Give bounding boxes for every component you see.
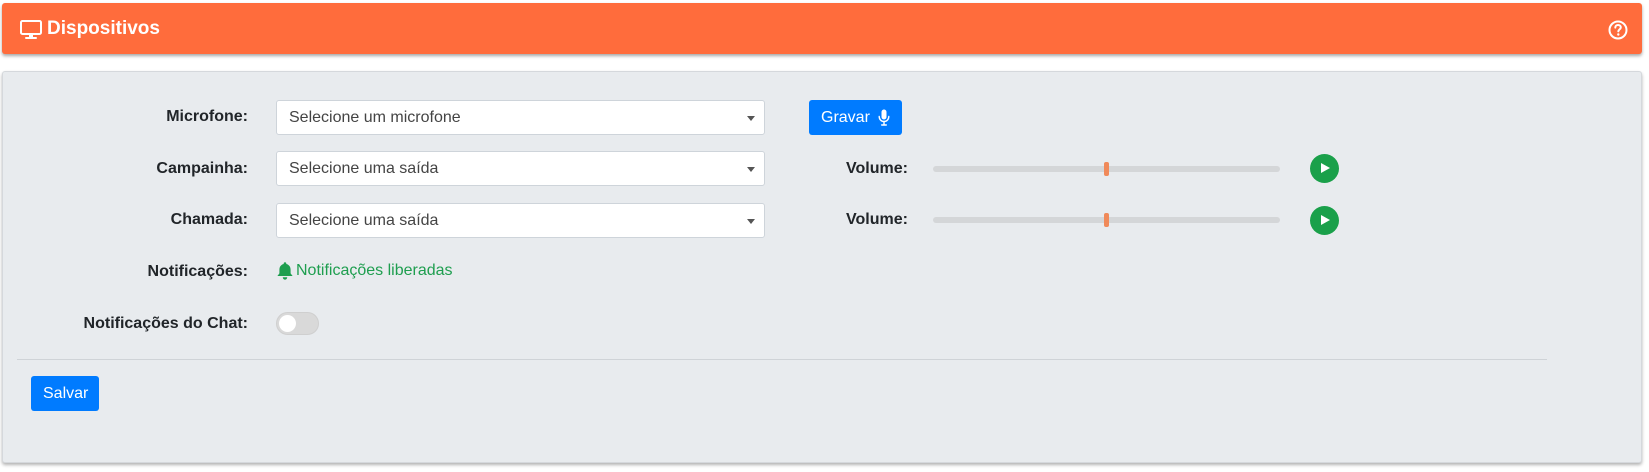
divider: [17, 359, 1547, 360]
chevron-down-icon: [747, 167, 755, 172]
page-header: Dispositivos: [2, 3, 1642, 54]
notificacoes-status: Notificações liberadas: [276, 261, 453, 281]
campainha-select-placeholder: Selecione uma saída: [289, 160, 439, 177]
page-title: Dispositivos: [47, 18, 160, 39]
chamada-play-button[interactable]: [1310, 206, 1339, 235]
chamada-volume-slider[interactable]: [933, 213, 1280, 227]
microphone-icon: [878, 109, 890, 126]
chat-notifications-toggle[interactable]: [276, 312, 319, 335]
notificacoes-label: Notificações:: [147, 263, 248, 280]
chevron-down-icon: [747, 116, 755, 121]
campainha-label: Campainha:: [156, 160, 248, 177]
chamada-select[interactable]: Selecione uma saída: [276, 203, 765, 238]
campainha-volume-thumb[interactable]: [1104, 162, 1109, 176]
campainha-select[interactable]: Selecione uma saída: [276, 151, 765, 186]
record-button[interactable]: Gravar: [809, 100, 902, 135]
monitor-icon: [20, 20, 42, 39]
chevron-down-icon: [747, 219, 755, 224]
microfone-select-placeholder: Selecione um microfone: [289, 109, 461, 126]
chat-notifications-label: Notificações do Chat:: [83, 315, 248, 332]
chamada-select-placeholder: Selecione uma saída: [289, 212, 439, 229]
save-button[interactable]: Salvar: [31, 376, 99, 411]
campainha-volume-slider[interactable]: [933, 162, 1280, 176]
record-button-label: Gravar: [821, 109, 870, 126]
microfone-select[interactable]: Selecione um microfone: [276, 100, 765, 135]
toggle-knob: [279, 315, 296, 332]
chamada-label: Chamada:: [170, 211, 248, 228]
chamada-volume-thumb[interactable]: [1104, 213, 1109, 227]
bell-icon: [277, 262, 293, 280]
chamada-volume-label: Volume:: [846, 211, 908, 228]
save-button-label: Salvar: [43, 385, 89, 402]
question-circle-icon[interactable]: [1608, 20, 1628, 40]
microfone-label: Microfone:: [166, 108, 248, 125]
campainha-play-button[interactable]: [1310, 154, 1339, 183]
campainha-volume-label: Volume:: [846, 160, 908, 177]
notificacoes-status-text: Notificações liberadas: [296, 262, 453, 279]
